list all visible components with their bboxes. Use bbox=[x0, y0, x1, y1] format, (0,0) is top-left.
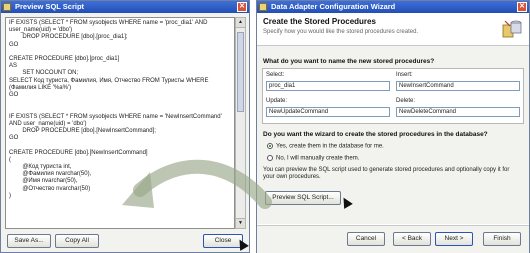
page-title: Create the Stored Procedures bbox=[263, 17, 376, 26]
radio-create-no[interactable]: No, I will manually create them. bbox=[267, 155, 359, 162]
preview-title-bar[interactable]: Preview SQL Script ✕ bbox=[1, 1, 249, 13]
code-line: (Фамилия LIKE '%a%') bbox=[9, 84, 72, 91]
code-line: IF EXISTS (SELECT * FROM sysobjects WHER… bbox=[9, 113, 222, 120]
wizard-footer: Cancel < Back Next > Finish bbox=[257, 225, 529, 253]
radio-create-yes[interactable]: Yes, create them in the database for me. bbox=[267, 143, 384, 150]
wizard-window-title: Data Adapter Configuration Wizard bbox=[271, 2, 396, 11]
window-icon bbox=[259, 3, 267, 11]
code-line: user_name(uid) = 'dbo') bbox=[9, 27, 73, 34]
preview-sql-script-button[interactable]: Preview SQL Script... bbox=[265, 191, 341, 205]
next-button[interactable]: Next > bbox=[435, 232, 473, 246]
delete-label: Delete: bbox=[396, 98, 416, 104]
code-line: GO bbox=[9, 92, 19, 99]
code-line: SELECT Код туриста, Фамилия, Имя, Отчест… bbox=[9, 77, 209, 84]
code-line: IF EXISTS (SELECT * FROM sysobjects WHER… bbox=[9, 20, 208, 26]
window-icon bbox=[3, 3, 11, 11]
wizard-header: Create the Stored Procedures Specify how… bbox=[257, 13, 529, 46]
preview-window-title: Preview SQL Script bbox=[15, 2, 85, 11]
insert-procedure-input[interactable]: NewInsertCommand bbox=[396, 81, 520, 91]
code-line: DROP PROCEDURE [dbo].[proc_dia1]; bbox=[9, 34, 128, 41]
scroll-up-icon[interactable]: ▲ bbox=[236, 18, 245, 28]
cancel-button[interactable]: Cancel bbox=[347, 232, 385, 246]
create-question-label: Do you want the wizard to create the sto… bbox=[263, 131, 488, 138]
code-line: DROP PROCEDURE [dbo].[NewInsertCommand]; bbox=[9, 128, 156, 135]
finish-button[interactable]: Finish bbox=[483, 232, 521, 246]
update-label: Update: bbox=[266, 98, 288, 104]
database-wizard-icon bbox=[502, 20, 522, 38]
procedure-names-group: Select: proc_dia1 Insert: NewInsertComma… bbox=[262, 68, 524, 124]
select-procedure-input[interactable]: proc_dia1 bbox=[266, 81, 390, 91]
preview-note-text: You can preview the SQL script used to g… bbox=[263, 167, 510, 180]
select-label: Select: bbox=[266, 72, 285, 78]
radio-yes-label: Yes, create them in the database for me. bbox=[276, 143, 384, 150]
save-as-button[interactable]: Save As... bbox=[7, 234, 51, 248]
insert-label: Insert: bbox=[396, 72, 413, 78]
close-icon[interactable]: ✕ bbox=[517, 2, 527, 12]
copy-all-button[interactable]: Copy All bbox=[55, 234, 99, 248]
code-line: SET NOCOUNT ON; bbox=[9, 70, 79, 77]
code-line: AS bbox=[9, 63, 18, 70]
code-line: GO bbox=[9, 41, 19, 48]
wizard-title-bar[interactable]: Data Adapter Configuration Wizard ✕ bbox=[257, 1, 529, 13]
page-subtitle: Specify how you would like the stored pr… bbox=[263, 29, 419, 35]
scroll-thumb[interactable] bbox=[237, 32, 244, 112]
data-adapter-wizard-window: Data Adapter Configuration Wizard ✕ Crea… bbox=[256, 0, 530, 253]
update-procedure-input[interactable]: NewUpdateCommand bbox=[266, 107, 390, 117]
name-question-label: What do you want to name the new stored … bbox=[263, 58, 435, 65]
close-icon[interactable]: ✕ bbox=[237, 2, 247, 12]
back-button[interactable]: < Back bbox=[393, 232, 431, 246]
code-line: AND user_name(uid) = 'dbo') bbox=[9, 120, 87, 127]
delete-procedure-input[interactable]: NewDeleteCommand bbox=[396, 107, 520, 117]
radio-no-label: No, I will manually create them. bbox=[276, 155, 360, 162]
code-line: CREATE PROCEDURE [dbo].[proc_dia1] bbox=[9, 56, 120, 63]
code-line: GO bbox=[9, 135, 19, 142]
radio-selected-icon bbox=[267, 143, 273, 149]
curved-arrow-icon bbox=[122, 159, 272, 209]
